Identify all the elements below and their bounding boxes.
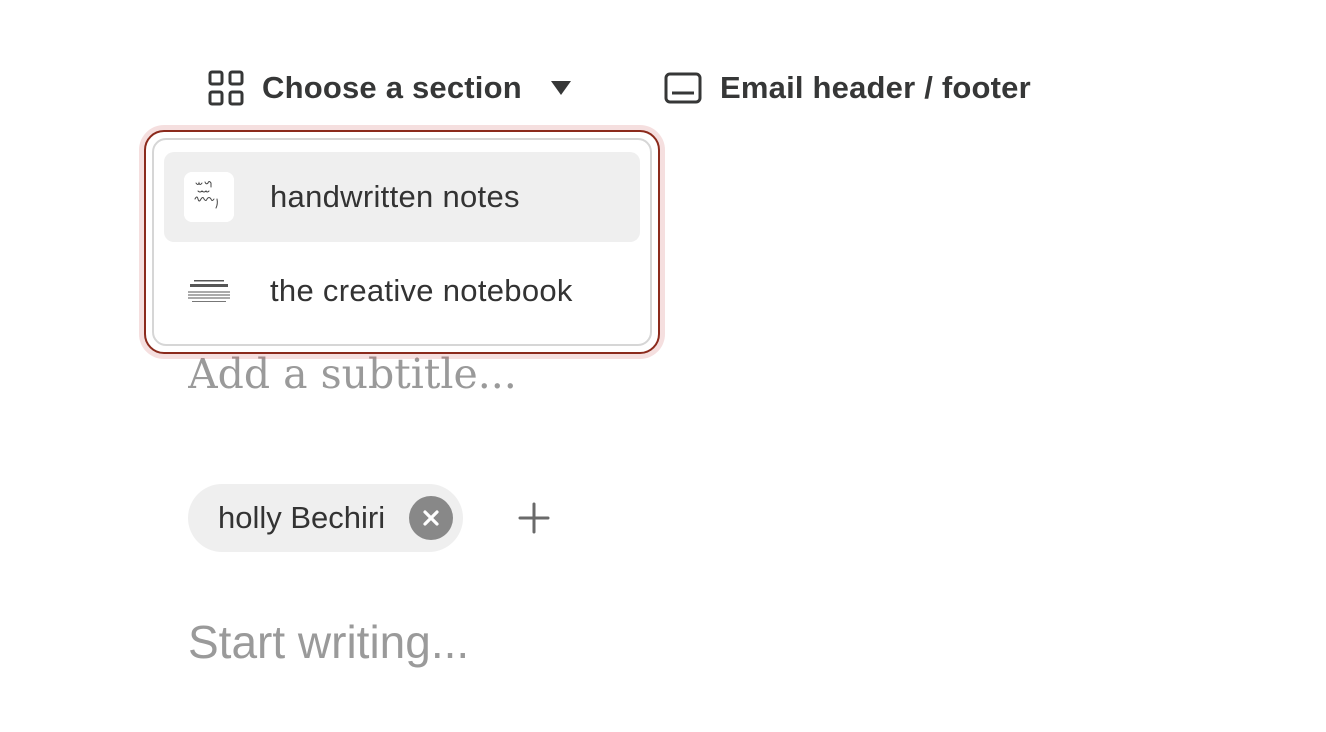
- grid-icon: [208, 70, 244, 106]
- section-option-creative-notebook[interactable]: the creative notebook: [164, 246, 640, 336]
- close-icon: [423, 510, 439, 526]
- section-option-label: handwritten notes: [270, 179, 520, 214]
- choose-section-label: Choose a section: [262, 70, 522, 105]
- choose-section-button[interactable]: Choose a section: [208, 64, 574, 112]
- remove-author-button[interactable]: [409, 496, 454, 540]
- caret-down-icon: [548, 75, 574, 101]
- email-header-footer-button[interactable]: Email header / footer: [664, 64, 1031, 112]
- section-dropdown-list: handwritten notes the creative notebook: [152, 138, 652, 346]
- creative-notebook-thumbnail: [184, 266, 234, 316]
- body-editor-input[interactable]: [188, 612, 1088, 672]
- subtitle-input[interactable]: [188, 346, 888, 402]
- card-icon: [664, 69, 702, 107]
- add-author-button[interactable]: [514, 498, 554, 538]
- plus-icon: [518, 502, 550, 534]
- author-name: holly Bechiri: [218, 500, 386, 535]
- section-dropdown-menu: handwritten notes the creative notebook: [144, 130, 660, 354]
- handwritten-notes-thumbnail: [184, 172, 234, 222]
- section-option-label: the creative notebook: [270, 273, 573, 308]
- post-editor: Choose a section Email header / footer A…: [0, 0, 1326, 732]
- author-chip[interactable]: holly Bechiri: [188, 484, 464, 552]
- email-header-footer-label: Email header / footer: [720, 70, 1031, 105]
- section-option-handwritten-notes[interactable]: handwritten notes: [164, 152, 640, 242]
